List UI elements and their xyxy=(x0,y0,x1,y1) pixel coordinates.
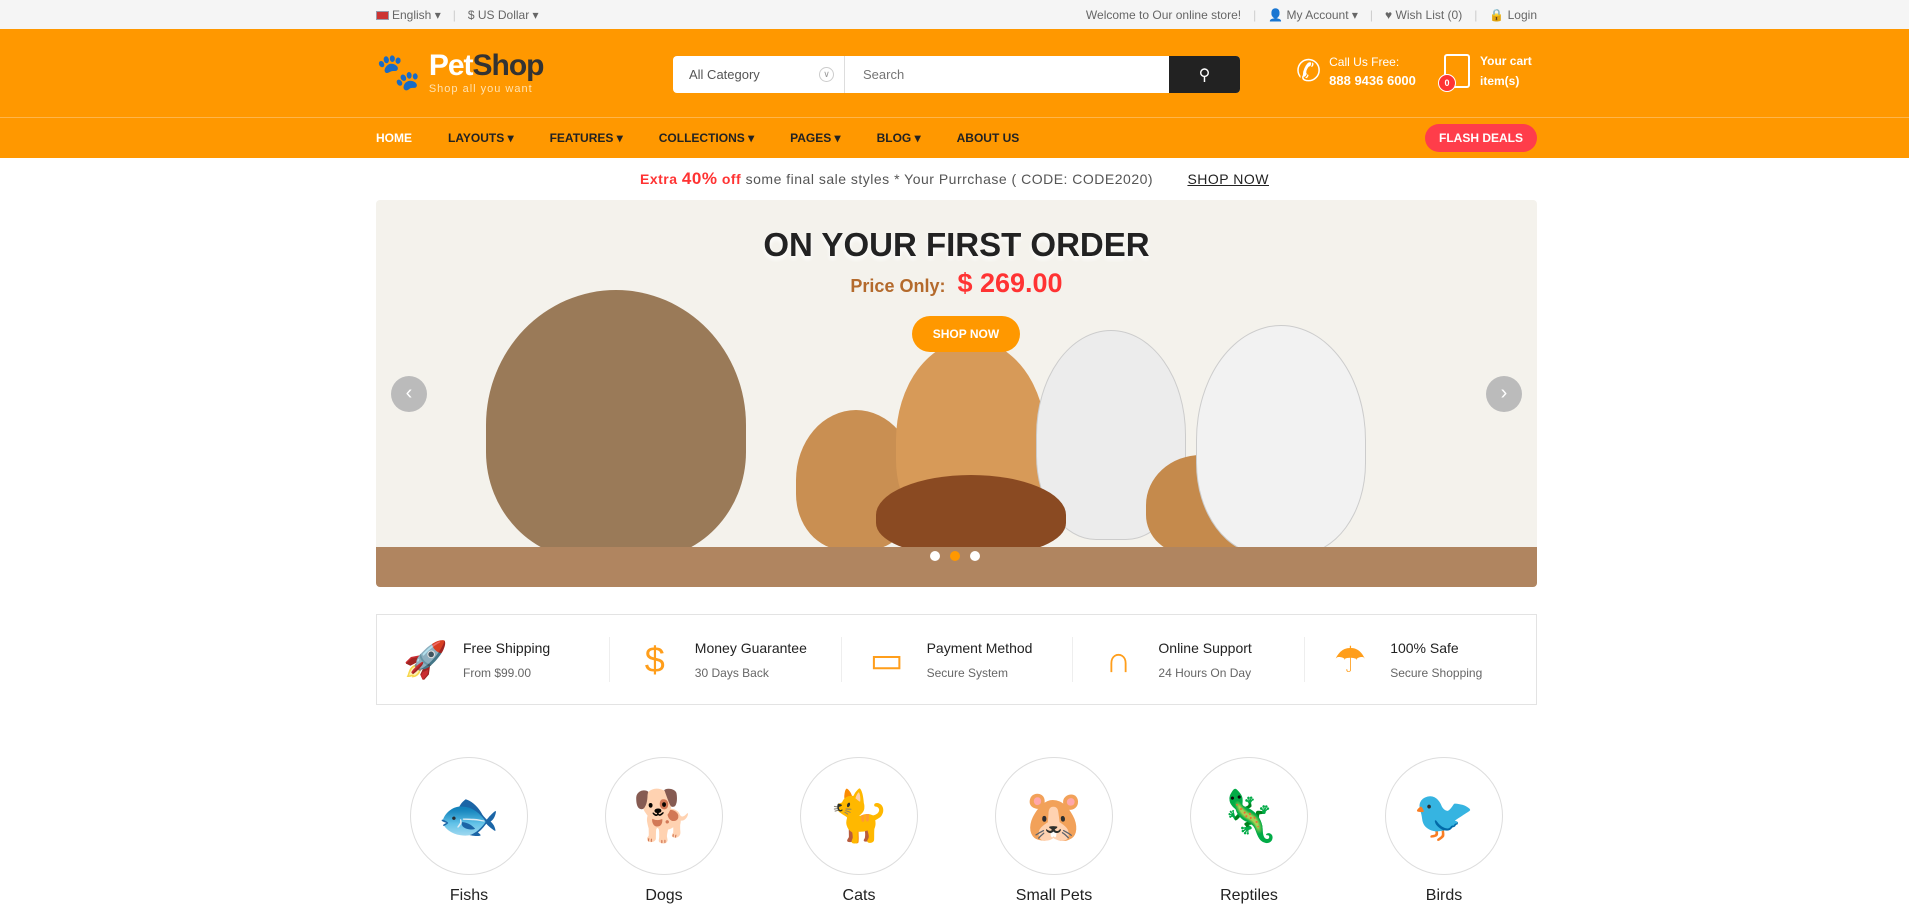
top-bar: English ▾ | $ US Dollar ▾ Welcome to Our… xyxy=(0,0,1909,29)
cart-count-badge: 0 xyxy=(1438,74,1456,92)
promo-shop-now-link[interactable]: SHOP NOW xyxy=(1187,171,1269,187)
slide-dot-2[interactable] xyxy=(950,551,960,561)
logo[interactable]: 🐾 PetShop Shop all you want xyxy=(376,49,545,95)
header: 🐾 PetShop Shop all you want All Category ∨… xyxy=(0,29,1909,118)
lizard-image: 🦎 xyxy=(1190,757,1308,875)
fish-image: 🐟 xyxy=(410,757,528,875)
flash-deals-button[interactable]: FLASH DEALS xyxy=(1425,124,1537,152)
bag-icon: 0 xyxy=(1438,54,1470,92)
category-birds[interactable]: 🐦 Birds xyxy=(1385,757,1503,905)
heart-icon: ♥ xyxy=(1385,7,1393,22)
category-fishs[interactable]: 🐟 Fishs xyxy=(410,757,528,905)
feature-safe: ☂ 100% Safe Secure Shopping xyxy=(1304,615,1536,704)
promo-bar: Extra 40% off some final sale styles * Y… xyxy=(640,169,1269,188)
category-reptiles[interactable]: 🦎 Reptiles xyxy=(1190,757,1308,905)
slide-dot-1[interactable] xyxy=(930,551,940,561)
money-bag-icon: $ xyxy=(644,638,665,680)
hamster-image: 🐹 xyxy=(995,757,1113,875)
chevron-left-icon: ‹ xyxy=(405,382,413,404)
chevron-down-icon: ∨ xyxy=(819,67,834,82)
terrier-image xyxy=(1196,325,1366,555)
feature-payment-method: ▭ Payment Method Secure System xyxy=(840,615,1073,704)
umbrella-icon: ☂ xyxy=(1334,638,1367,680)
nav-features[interactable]: FEATURES ▾ xyxy=(550,131,623,145)
dog-image xyxy=(486,290,746,560)
lock-icon: 🔒 xyxy=(1489,7,1505,22)
login-link[interactable]: 🔒 Login xyxy=(1489,8,1537,22)
wallet-icon: ▭ xyxy=(869,638,904,680)
language-selector[interactable]: English ▾ xyxy=(376,8,441,22)
cart-button[interactable]: 0 Your cart item(s) xyxy=(1438,54,1532,92)
nav-about-us[interactable]: ABOUT US xyxy=(957,131,1020,145)
welcome-text: Welcome to Our online store! xyxy=(1085,7,1242,22)
search-input[interactable] xyxy=(845,56,1169,93)
hero-banner: ON YOUR FIRST ORDER Price Only: $ 269.00 … xyxy=(376,200,1537,587)
category-select[interactable]: All Category ∨ xyxy=(673,56,845,93)
slide-dot-3[interactable] xyxy=(970,551,980,561)
nav-home[interactable]: HOME xyxy=(376,131,412,145)
call-us: ✆ Call Us Free: 888 9436 6000 xyxy=(1296,55,1416,88)
currency-selector[interactable]: $ US Dollar ▾ xyxy=(468,8,539,22)
parrot-image: 🐦 xyxy=(1385,757,1503,875)
banner-title: ON YOUR FIRST ORDER xyxy=(763,226,1150,263)
turkey-image xyxy=(876,475,1066,555)
nav-blog[interactable]: BLOG ▾ xyxy=(877,131,921,145)
next-slide-button[interactable]: › xyxy=(1486,376,1522,412)
category-dogs[interactable]: 🐕 Dogs xyxy=(605,757,723,905)
rocket-icon: 🚀 xyxy=(403,638,448,680)
search-button[interactable]: ⚲ xyxy=(1169,56,1240,93)
wishlist-link[interactable]: ♥ Wish List (0) xyxy=(1385,8,1462,22)
banner-shop-now-button[interactable]: SHOP NOW xyxy=(912,316,1020,352)
user-icon: 👤 xyxy=(1268,7,1284,22)
phone-icon: ✆ xyxy=(1296,55,1322,88)
feature-online-support: ∩ Online Support 24 Hours On Day xyxy=(1072,615,1304,704)
flag-icon xyxy=(376,10,389,20)
paw-icon: 🐾 xyxy=(376,51,421,92)
nav-pages[interactable]: PAGES ▾ xyxy=(790,131,840,145)
features-bar: 🚀 Free Shipping From $99.00 $ Money Guarant… xyxy=(376,614,1537,705)
cat-image: 🐈 xyxy=(800,757,918,875)
category-list: 🐟 Fishs 🐕 Dogs 🐈 Cats 🐹 Small Pets 🦎 Reptiles… xyxy=(376,757,1537,905)
nav-collections[interactable]: COLLECTIONS ▾ xyxy=(659,131,754,145)
category-cats[interactable]: 🐈 Cats xyxy=(800,757,918,905)
chevron-right-icon: › xyxy=(1500,382,1508,404)
feature-money-guarantee: $ Money Guarantee 30 Days Back xyxy=(608,615,841,704)
search-icon: ⚲ xyxy=(1198,66,1211,84)
banner-price: Price Only: $ 269.00 xyxy=(850,268,1063,298)
search-bar: All Category∨ ⚲ xyxy=(673,56,1240,93)
main-nav: HOME LAYOUTS ▾ FEATURES ▾ COLLECTIONS ▾ … xyxy=(0,118,1909,158)
feature-free-shipping: 🚀 Free Shipping From $99.00 xyxy=(403,638,551,680)
headphones-icon: ∩ xyxy=(1105,638,1132,680)
prev-slide-button[interactable]: ‹ xyxy=(391,376,427,412)
my-account-link[interactable]: 👤 My Account ▾ xyxy=(1268,8,1358,22)
nav-layouts[interactable]: LAYOUTS ▾ xyxy=(448,131,514,145)
dog-image: 🐕 xyxy=(605,757,723,875)
slide-dots xyxy=(930,551,980,561)
category-small-pets[interactable]: 🐹 Small Pets xyxy=(995,757,1113,905)
